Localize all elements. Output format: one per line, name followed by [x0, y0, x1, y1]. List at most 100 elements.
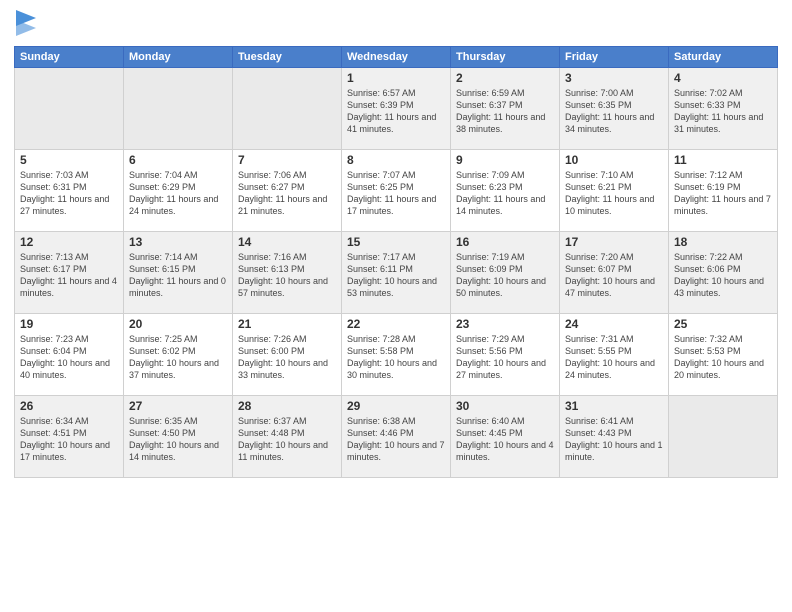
logo: [14, 10, 36, 38]
day-info: Sunrise: 7:09 AM Sunset: 6:23 PM Dayligh…: [456, 169, 554, 218]
day-info: Sunrise: 7:04 AM Sunset: 6:29 PM Dayligh…: [129, 169, 227, 218]
day-number: 19: [20, 317, 118, 331]
calendar-week-row: 1 Sunrise: 6:57 AM Sunset: 6:39 PM Daylig…: [15, 68, 778, 150]
day-info: Sunrise: 6:38 AM Sunset: 4:46 PM Dayligh…: [347, 415, 445, 464]
calendar-week-row: 12 Sunrise: 7:13 AM Sunset: 6:17 PM Dayli…: [15, 232, 778, 314]
day-info: Sunrise: 7:19 AM Sunset: 6:09 PM Dayligh…: [456, 251, 554, 300]
day-number: 8: [347, 153, 445, 167]
day-info: Sunrise: 6:57 AM Sunset: 6:39 PM Dayligh…: [347, 87, 445, 136]
calendar-day-cell: 7 Sunrise: 7:06 AM Sunset: 6:27 PM Daylig…: [233, 150, 342, 232]
weekday-header: Wednesday: [342, 47, 451, 68]
calendar-day-cell: 16 Sunrise: 7:19 AM Sunset: 6:09 PM Dayli…: [451, 232, 560, 314]
header: [14, 10, 778, 38]
calendar-day-cell: 26 Sunrise: 6:34 AM Sunset: 4:51 PM Dayli…: [15, 396, 124, 478]
day-info: Sunrise: 7:28 AM Sunset: 5:58 PM Dayligh…: [347, 333, 445, 382]
calendar-day-cell: 4Sunrise: 7:02 AM Sunset: 6:33 PM Daylig…: [669, 68, 778, 150]
calendar-day-cell: 23Sunrise: 7:29 AM Sunset: 5:56 PM Dayli…: [451, 314, 560, 396]
day-number: 24: [565, 317, 663, 331]
day-info: Sunrise: 7:16 AM Sunset: 6:13 PM Dayligh…: [238, 251, 336, 300]
day-info: Sunrise: 7:23 AM Sunset: 6:04 PM Dayligh…: [20, 333, 118, 382]
day-info: Sunrise: 7:31 AM Sunset: 5:55 PM Dayligh…: [565, 333, 663, 382]
day-info: Sunrise: 7:12 AM Sunset: 6:19 PM Dayligh…: [674, 169, 772, 218]
weekday-header: Sunday: [15, 47, 124, 68]
day-number: 5: [20, 153, 118, 167]
day-info: Sunrise: 6:37 AM Sunset: 4:48 PM Dayligh…: [238, 415, 336, 464]
day-info: Sunrise: 7:26 AM Sunset: 6:00 PM Dayligh…: [238, 333, 336, 382]
calendar-day-cell: 29Sunrise: 6:38 AM Sunset: 4:46 PM Dayli…: [342, 396, 451, 478]
calendar-day-cell: 28 Sunrise: 6:37 AM Sunset: 4:48 PM Dayli…: [233, 396, 342, 478]
day-number: 2: [456, 71, 554, 85]
day-number: 26: [20, 399, 118, 413]
day-info: Sunrise: 6:34 AM Sunset: 4:51 PM Dayligh…: [20, 415, 118, 464]
calendar-day-cell: 17 Sunrise: 7:20 AM Sunset: 6:07 PM Dayli…: [560, 232, 669, 314]
logo-icon: [16, 10, 36, 38]
weekday-header: Monday: [124, 47, 233, 68]
day-number: 12: [20, 235, 118, 249]
calendar-day-cell: 8Sunrise: 7:07 AM Sunset: 6:25 PM Daylig…: [342, 150, 451, 232]
calendar-day-cell: 25 Sunrise: 7:32 AM Sunset: 5:53 PM Dayli…: [669, 314, 778, 396]
calendar-day-cell: 15 Sunrise: 7:17 AM Sunset: 6:11 PM Dayli…: [342, 232, 451, 314]
day-number: 21: [238, 317, 336, 331]
calendar-week-row: 26 Sunrise: 6:34 AM Sunset: 4:51 PM Dayli…: [15, 396, 778, 478]
day-info: Sunrise: 6:35 AM Sunset: 4:50 PM Dayligh…: [129, 415, 227, 464]
calendar-day-cell: 13 Sunrise: 7:14 AM Sunset: 6:15 PM Dayli…: [124, 232, 233, 314]
calendar-day-cell: [15, 68, 124, 150]
calendar-day-cell: 31 Sunrise: 6:41 AM Sunset: 4:43 PM Dayli…: [560, 396, 669, 478]
calendar-day-cell: 12 Sunrise: 7:13 AM Sunset: 6:17 PM Dayli…: [15, 232, 124, 314]
day-info: Sunrise: 7:22 AM Sunset: 6:06 PM Dayligh…: [674, 251, 772, 300]
calendar-day-cell: 6 Sunrise: 7:04 AM Sunset: 6:29 PM Daylig…: [124, 150, 233, 232]
calendar-week-row: 19 Sunrise: 7:23 AM Sunset: 6:04 PM Dayli…: [15, 314, 778, 396]
day-number: 14: [238, 235, 336, 249]
day-number: 20: [129, 317, 227, 331]
calendar-week-row: 5Sunrise: 7:03 AM Sunset: 6:31 PM Daylig…: [15, 150, 778, 232]
calendar-day-cell: 27 Sunrise: 6:35 AM Sunset: 4:50 PM Dayli…: [124, 396, 233, 478]
calendar-header-row: SundayMondayTuesdayWednesdayThursdayFrid…: [15, 47, 778, 68]
calendar-day-cell: 3 Sunrise: 7:00 AM Sunset: 6:35 PM Daylig…: [560, 68, 669, 150]
day-number: 6: [129, 153, 227, 167]
day-number: 16: [456, 235, 554, 249]
calendar-day-cell: [669, 396, 778, 478]
day-number: 30: [456, 399, 554, 413]
calendar-day-cell: [124, 68, 233, 150]
day-number: 9: [456, 153, 554, 167]
weekday-header: Tuesday: [233, 47, 342, 68]
day-number: 17: [565, 235, 663, 249]
day-number: 10: [565, 153, 663, 167]
day-number: 31: [565, 399, 663, 413]
day-number: 7: [238, 153, 336, 167]
calendar-day-cell: 1 Sunrise: 6:57 AM Sunset: 6:39 PM Daylig…: [342, 68, 451, 150]
day-info: Sunrise: 6:41 AM Sunset: 4:43 PM Dayligh…: [565, 415, 663, 464]
day-info: Sunrise: 6:59 AM Sunset: 6:37 PM Dayligh…: [456, 87, 554, 136]
day-info: Sunrise: 7:32 AM Sunset: 5:53 PM Dayligh…: [674, 333, 772, 382]
calendar-day-cell: 9 Sunrise: 7:09 AM Sunset: 6:23 PM Daylig…: [451, 150, 560, 232]
day-info: Sunrise: 7:20 AM Sunset: 6:07 PM Dayligh…: [565, 251, 663, 300]
day-number: 25: [674, 317, 772, 331]
day-number: 13: [129, 235, 227, 249]
day-info: Sunrise: 7:25 AM Sunset: 6:02 PM Dayligh…: [129, 333, 227, 382]
day-info: Sunrise: 7:14 AM Sunset: 6:15 PM Dayligh…: [129, 251, 227, 300]
day-info: Sunrise: 7:06 AM Sunset: 6:27 PM Dayligh…: [238, 169, 336, 218]
calendar-day-cell: 22 Sunrise: 7:28 AM Sunset: 5:58 PM Dayli…: [342, 314, 451, 396]
day-info: Sunrise: 7:17 AM Sunset: 6:11 PM Dayligh…: [347, 251, 445, 300]
day-info: Sunrise: 7:29 AM Sunset: 5:56 PM Dayligh…: [456, 333, 554, 382]
calendar-day-cell: 18Sunrise: 7:22 AM Sunset: 6:06 PM Dayli…: [669, 232, 778, 314]
day-number: 1: [347, 71, 445, 85]
day-info: Sunrise: 7:13 AM Sunset: 6:17 PM Dayligh…: [20, 251, 118, 300]
day-number: 4: [674, 71, 772, 85]
day-number: 3: [565, 71, 663, 85]
day-number: 27: [129, 399, 227, 413]
calendar-day-cell: [233, 68, 342, 150]
calendar-day-cell: 10Sunrise: 7:10 AM Sunset: 6:21 PM Dayli…: [560, 150, 669, 232]
weekday-header: Thursday: [451, 47, 560, 68]
day-number: 28: [238, 399, 336, 413]
calendar-day-cell: 2 Sunrise: 6:59 AM Sunset: 6:37 PM Daylig…: [451, 68, 560, 150]
day-number: 15: [347, 235, 445, 249]
day-number: 22: [347, 317, 445, 331]
day-info: Sunrise: 7:00 AM Sunset: 6:35 PM Dayligh…: [565, 87, 663, 136]
calendar-day-cell: 30 Sunrise: 6:40 AM Sunset: 4:45 PM Dayli…: [451, 396, 560, 478]
calendar-day-cell: 14 Sunrise: 7:16 AM Sunset: 6:13 PM Dayli…: [233, 232, 342, 314]
calendar-day-cell: 24 Sunrise: 7:31 AM Sunset: 5:55 PM Dayli…: [560, 314, 669, 396]
calendar-day-cell: 21 Sunrise: 7:26 AM Sunset: 6:00 PM Dayli…: [233, 314, 342, 396]
day-info: Sunrise: 6:40 AM Sunset: 4:45 PM Dayligh…: [456, 415, 554, 464]
weekday-header: Saturday: [669, 47, 778, 68]
